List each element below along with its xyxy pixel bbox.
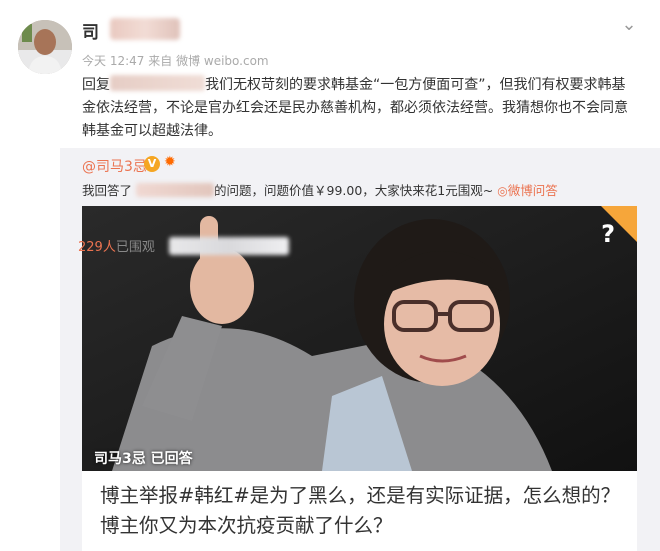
question-text: 博主举报#韩红#是为了黑么，还是有实际证据，怎么想的？博主你又为本次抗疫贡献了什… [100,484,621,537]
quoted-line-prefix: 我回答了 [82,183,133,198]
username[interactable]: 司 [82,18,99,43]
quoted-line: 我回答了 的问题，问题价值￥99.00，大家快来花1元围观~ ◎微博问答 [82,180,558,199]
weibo-ask-icon[interactable]: ◎ [497,184,507,198]
weibo-ask-link[interactable]: 微博问答 [508,183,558,198]
question-mark-icon: ? [601,220,615,248]
answered-label: 司马3忌 已回答 [94,451,193,467]
chevron-down-icon[interactable]: ⌄ [618,14,640,36]
verified-v-icon: V [144,156,160,172]
post-meta: 今天 12:47 来自 微博 weibo.com [82,52,269,69]
reply-prefix: 回复 [82,77,110,93]
quoted-username[interactable]: @司马3忌 [82,156,147,176]
name-redaction [110,18,180,40]
post-body: 回复 我们无权苛刻的要求韩基金“一包方便面可查”，但我们有权要求韩基金依法经营，不… [82,74,634,143]
view-number: 229人 [78,240,116,255]
fire-icon: ✹ [164,154,176,170]
quoted-line-suffix: 的问题，问题价值￥99.00，大家快来花1元围观~ [214,183,494,198]
avatar[interactable] [18,20,72,74]
asker-redaction[interactable] [136,183,214,197]
view-suffix: 已围观 [115,240,155,255]
views-redaction [168,237,289,255]
reply-target-redaction[interactable] [110,75,205,91]
post-time[interactable]: 今天 12:47 [82,54,144,68]
view-count: 229人已围观 [78,236,289,255]
post-source-prefix: 来自 [148,54,173,68]
quoted-post[interactable]: @司马3忌 V ✹ 我回答了 的问题，问题价值￥99.00，大家快来花1元围观~… [60,148,660,551]
question-card[interactable]: 博主举报#韩红#是为了黑么，还是有实际证据，怎么想的？博主你又为本次抗疫贡献了什… [82,471,637,551]
post-source: 微博 weibo.com [176,54,269,68]
